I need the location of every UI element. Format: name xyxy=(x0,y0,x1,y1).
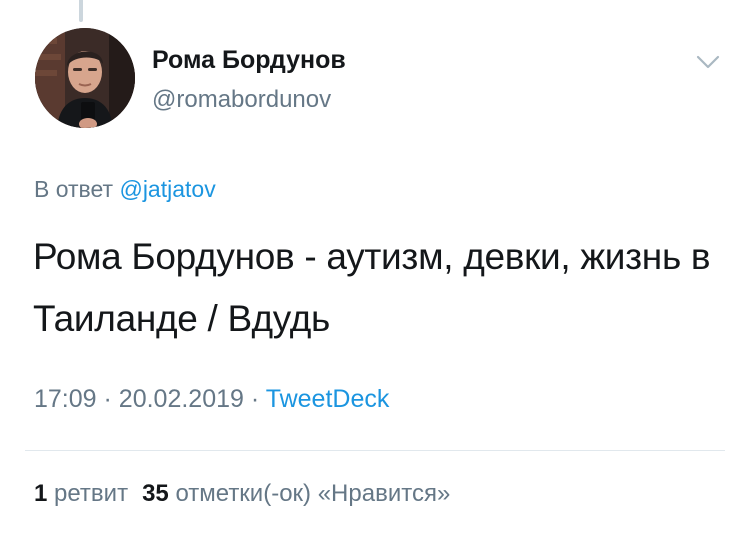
tweet-time[interactable]: 17:09 xyxy=(34,385,97,413)
likes-label: отметки(-ок) «Нравится» xyxy=(175,480,451,507)
author-display-name[interactable]: Рома Бордунов xyxy=(152,46,346,75)
tweet-source-link[interactable]: TweetDeck xyxy=(266,385,390,413)
likes-stat[interactable]: 35 отметки(-ок) «Нравится» xyxy=(142,480,450,507)
avatar[interactable] xyxy=(35,28,135,128)
reply-mention-link[interactable]: @jatjatov xyxy=(119,176,215,202)
reply-context: В ответ @jatjatov xyxy=(34,176,216,203)
chevron-down-icon[interactable] xyxy=(695,52,721,72)
meta-separator: · xyxy=(103,385,112,413)
avatar-photo xyxy=(35,28,135,128)
tweet-metadata: 17:09 · 20.02.2019 · TweetDeck xyxy=(34,385,389,414)
meta-separator: · xyxy=(250,385,260,413)
tweet-stats: 1 ретвит 35 отметки(-ок) «Нравится» xyxy=(34,480,450,508)
retweets-stat[interactable]: 1 ретвит xyxy=(34,480,128,507)
tweet-date[interactable]: 20.02.2019 xyxy=(119,385,244,413)
thread-connector-line xyxy=(79,0,83,22)
author-handle[interactable]: @romabordunov xyxy=(152,86,331,114)
retweets-count: 1 xyxy=(34,480,48,507)
likes-count: 35 xyxy=(142,480,169,507)
divider xyxy=(25,450,725,451)
retweets-label: ретвит xyxy=(54,480,129,507)
tweet-text: Рома Бордунов - аутизм, девки, жизнь в Т… xyxy=(33,236,711,339)
reply-prefix: В ответ xyxy=(34,176,114,202)
